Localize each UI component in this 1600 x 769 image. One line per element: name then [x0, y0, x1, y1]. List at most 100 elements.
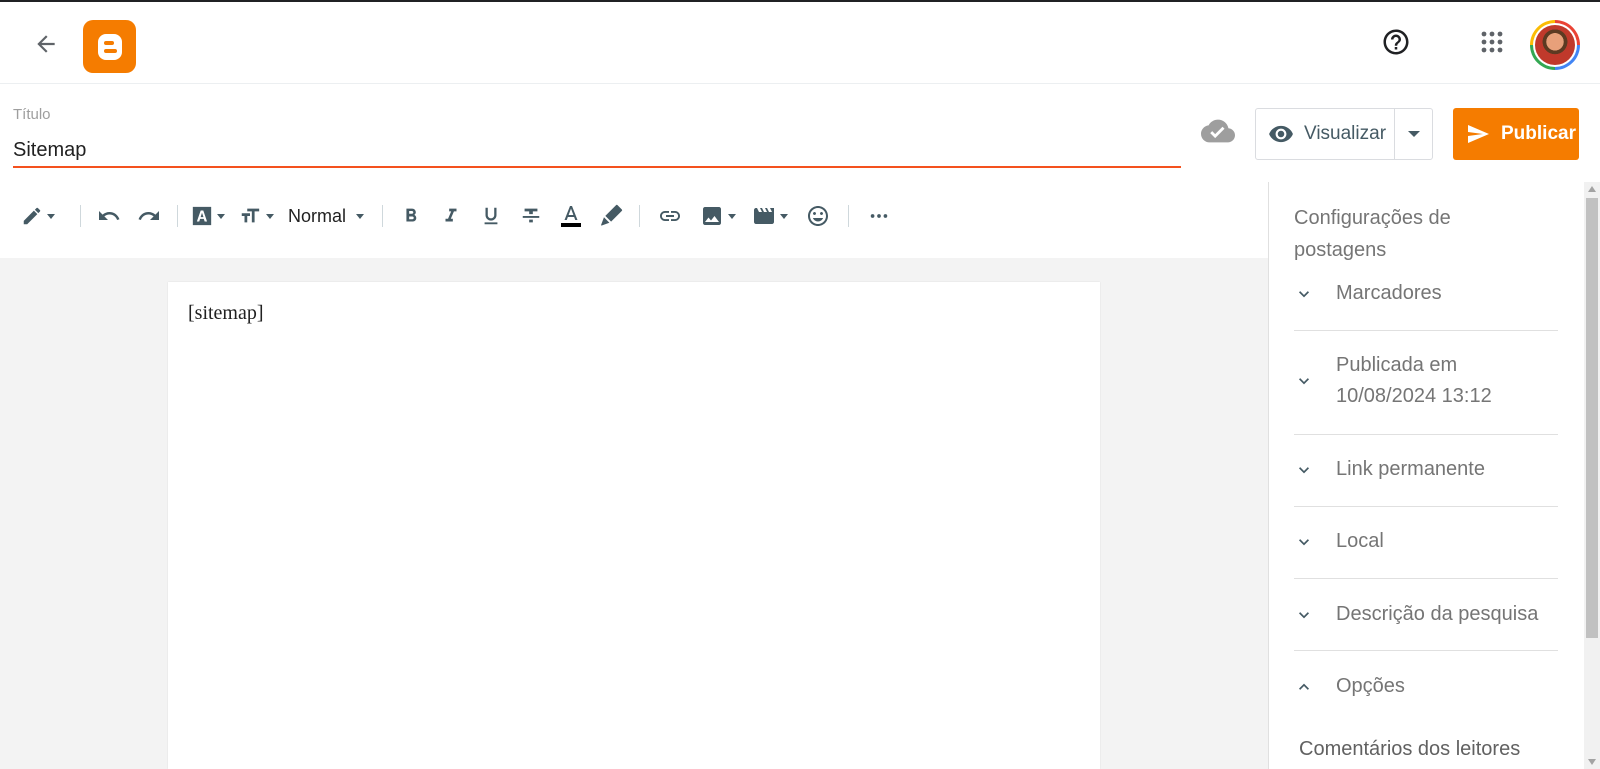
image-icon — [703, 207, 722, 225]
font-size-icon — [241, 208, 260, 223]
avatar-frame — [1533, 23, 1577, 67]
section-divider — [1294, 330, 1558, 331]
section-divider — [1294, 434, 1558, 435]
section-divider — [1294, 650, 1558, 651]
text-color-icon — [561, 206, 582, 227]
font-size-button[interactable] — [230, 198, 282, 234]
publish-button[interactable]: Publicar — [1453, 108, 1579, 160]
section-published-date[interactable]: Publicada em 10/08/2024 13:12 — [1294, 350, 1558, 412]
chevron-down-icon — [217, 213, 225, 219]
editor-content-area[interactable]: [sitemap] — [168, 282, 1100, 769]
chevron-up-icon — [1294, 677, 1314, 697]
emoji-button[interactable] — [796, 198, 840, 234]
undo-icon — [99, 211, 120, 220]
chevron-down-icon — [47, 213, 55, 219]
preview-label: Visualizar — [1304, 123, 1387, 144]
editor-toolbar: Normal — [0, 190, 1268, 242]
text-color-button[interactable] — [551, 198, 591, 234]
chevron-down-icon — [266, 213, 274, 219]
chevron-down-icon — [356, 213, 365, 219]
section-label: Marcadores — [1336, 282, 1442, 304]
bold-icon — [406, 208, 417, 222]
section-search-description[interactable]: Descrição da pesquisa — [1294, 599, 1558, 630]
scroll-up-arrow-icon[interactable] — [1588, 186, 1596, 192]
italic-icon — [445, 208, 457, 222]
publish-label: Publicar — [1501, 123, 1576, 144]
chevron-down-icon — [1294, 284, 1314, 304]
blogger-logo[interactable] — [83, 20, 136, 73]
redo-button[interactable] — [129, 198, 169, 234]
chevron-down-icon — [780, 213, 789, 219]
toolbar-divider — [80, 205, 81, 227]
apps-grid-icon — [1481, 31, 1503, 53]
chevron-down-icon — [1294, 532, 1314, 552]
highlight-button[interactable] — [591, 198, 631, 234]
blogger-b-icon — [97, 33, 122, 60]
section-divider — [1294, 506, 1558, 507]
emoji-icon — [808, 206, 829, 226]
strikethrough-icon — [522, 208, 540, 223]
toolbar-divider — [382, 205, 384, 227]
title-input[interactable] — [13, 134, 1181, 168]
help-circle-icon — [1383, 29, 1409, 55]
eye-icon — [1269, 125, 1293, 143]
italic-button[interactable] — [431, 198, 471, 234]
scroll-down-arrow-icon[interactable] — [1588, 759, 1596, 765]
chevron-down-icon — [728, 213, 737, 219]
editor-content: [sitemap] — [188, 302, 264, 324]
compose-mode-button[interactable] — [16, 198, 60, 234]
section-permalink[interactable]: Link permanente — [1294, 454, 1558, 485]
link-icon — [660, 211, 681, 221]
section-location[interactable]: Local — [1294, 526, 1558, 557]
section-label: Local — [1336, 530, 1384, 552]
title-label: Título — [13, 106, 51, 123]
user-avatar — [1535, 25, 1575, 65]
send-icon — [1468, 125, 1489, 143]
section-options[interactable]: Opções — [1294, 671, 1558, 702]
help-button[interactable] — [1378, 24, 1414, 60]
arrow-back-icon — [37, 35, 55, 53]
link-button[interactable] — [648, 198, 692, 234]
undo-button[interactable] — [89, 198, 129, 234]
section-label: Opções — [1336, 675, 1405, 697]
section-labels[interactable]: Marcadores — [1294, 278, 1558, 309]
toolbar-divider — [639, 205, 641, 227]
paragraph-style-value: Normal — [288, 205, 347, 226]
app-header — [0, 2, 1600, 84]
cloud-done-icon — [1200, 116, 1236, 146]
video-icon — [754, 208, 775, 224]
preview-button-group: Visualizar — [1255, 108, 1433, 160]
section-divider — [1294, 578, 1558, 579]
preview-dropdown-button[interactable] — [1395, 109, 1432, 159]
toolbar-divider — [848, 205, 850, 227]
font-button[interactable] — [186, 198, 230, 234]
font-icon — [192, 206, 212, 226]
underline-button[interactable] — [471, 198, 511, 234]
underline-icon — [484, 207, 498, 225]
section-label: Publicada em 10/08/2024 13:12 — [1336, 354, 1492, 407]
insert-video-button[interactable] — [744, 198, 796, 234]
paragraph-style-select[interactable]: Normal — [282, 198, 374, 234]
redo-icon — [138, 211, 159, 220]
more-options-button[interactable] — [857, 198, 901, 234]
post-settings-title: Configurações de postagens — [1294, 207, 1451, 261]
more-icon — [870, 214, 888, 218]
back-button[interactable] — [28, 26, 64, 62]
scroll-thumb[interactable] — [1586, 198, 1598, 638]
pencil-mode-icon — [23, 207, 41, 225]
bold-button[interactable] — [391, 198, 431, 234]
strikethrough-button[interactable] — [511, 198, 551, 234]
preview-button[interactable]: Visualizar — [1256, 109, 1396, 159]
toolbar-divider — [177, 205, 178, 227]
account-avatar[interactable] — [1530, 20, 1580, 70]
apps-button[interactable] — [1474, 24, 1510, 60]
title-field: Título — [13, 106, 1181, 170]
reader-comments-label: Comentários dos leitores — [1299, 738, 1521, 760]
side-panel-scrollbar[interactable] — [1584, 182, 1600, 769]
chevron-down-icon — [1294, 605, 1314, 625]
chevron-down-icon — [1294, 371, 1314, 391]
insert-image-button[interactable] — [692, 198, 744, 234]
section-label: Descrição da pesquisa — [1336, 603, 1539, 625]
highlight-icon — [601, 204, 623, 226]
chevron-down-icon — [1407, 131, 1420, 137]
